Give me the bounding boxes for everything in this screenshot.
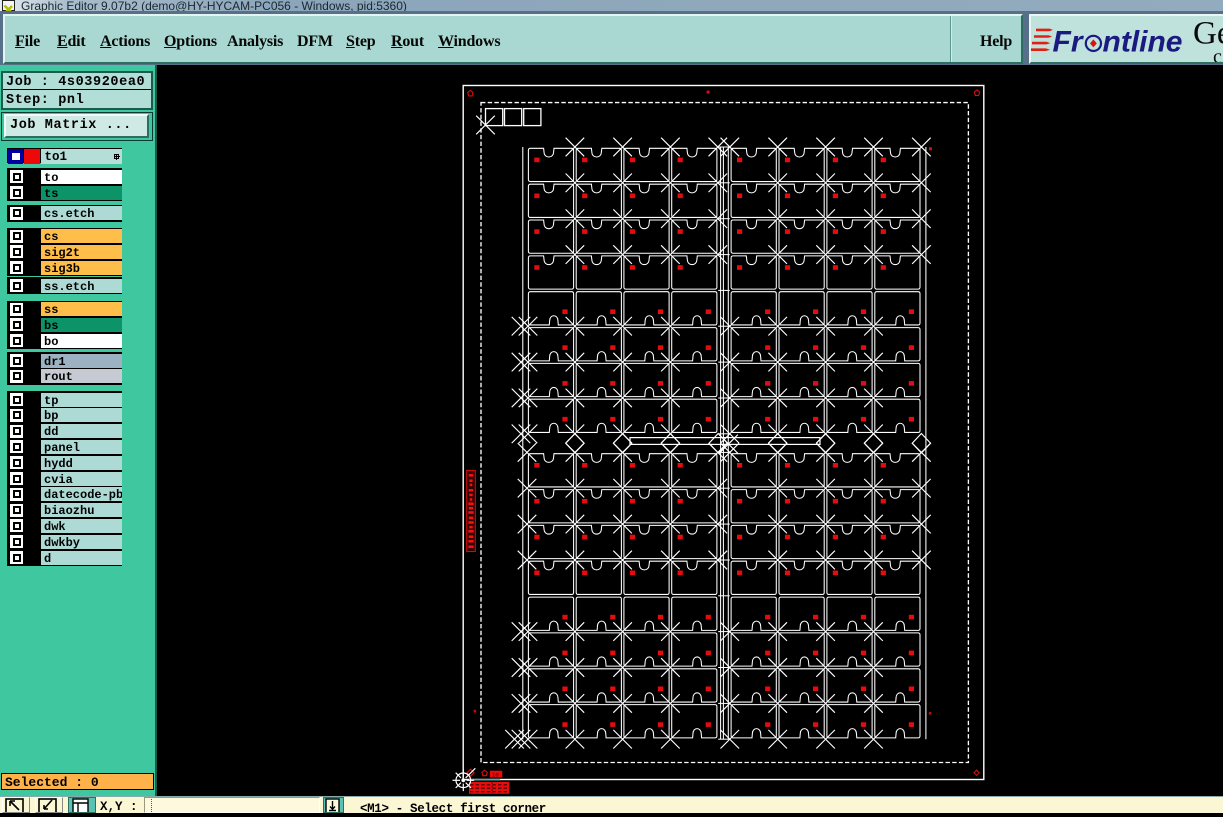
svg-text:Fr: Fr: [1053, 26, 1085, 59]
svg-text:c: c: [1213, 46, 1222, 62]
svg-text:ntline: ntline: [1103, 26, 1183, 59]
svg-text:10: 10: [492, 771, 499, 778]
